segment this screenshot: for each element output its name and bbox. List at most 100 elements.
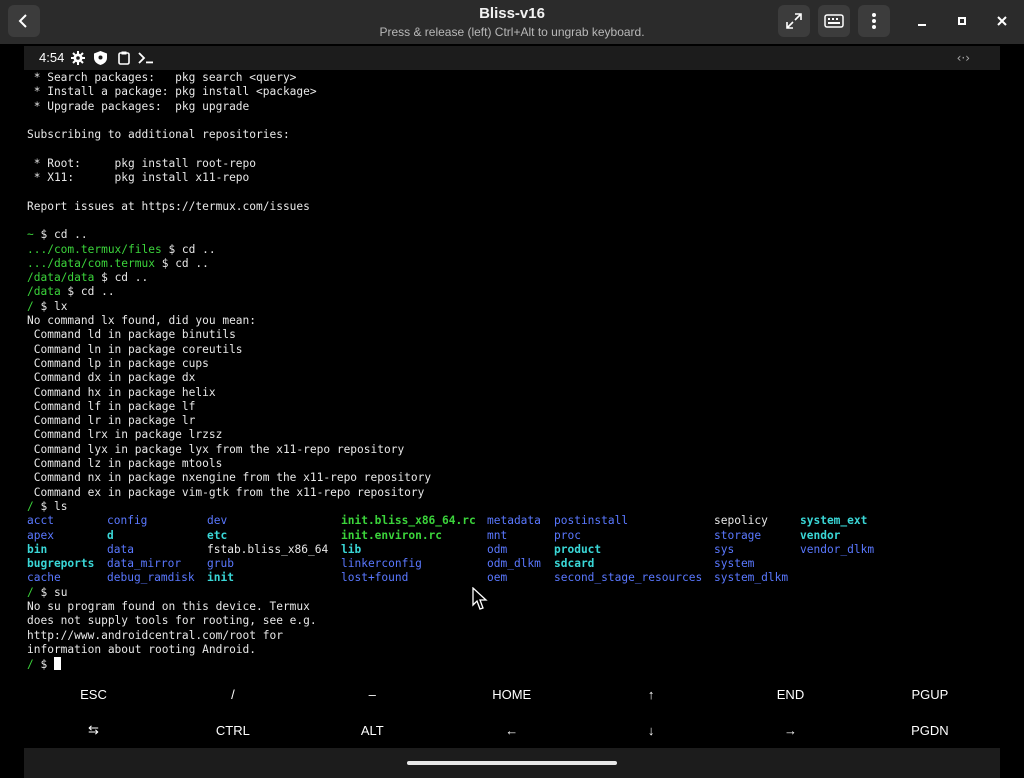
- terminal-line: * Upgrade packages: pkg upgrade: [27, 100, 997, 114]
- terminal-text: Command lz in package mtools: [27, 457, 223, 471]
- terminal-line: Command lp in package cups: [27, 357, 997, 371]
- terminal-text: $ lx: [33, 299, 68, 313]
- extra-key-pgdn[interactable]: PGDN: [860, 712, 999, 748]
- terminal-text: * Root: pkg install root-repo: [27, 156, 257, 170]
- extra-key-r1c5[interactable]: →: [721, 712, 860, 748]
- ls-entry: storage: [714, 528, 762, 542]
- extra-key-home[interactable]: HOME: [442, 676, 581, 712]
- terminal-line: No command lx found, did you mean:: [27, 314, 997, 328]
- home-gesture-handle[interactable]: [407, 761, 617, 765]
- terminal-line: Command lyx in package lyx from the x11-…: [27, 443, 997, 457]
- extra-key-end[interactable]: END: [721, 676, 860, 712]
- maximize-icon: [958, 17, 966, 25]
- menu-button[interactable]: [858, 5, 890, 37]
- kebab-menu-icon: [872, 13, 876, 29]
- ls-entry: cache: [27, 571, 61, 585]
- terminal-line: Command lr in package lr: [27, 414, 997, 428]
- terminal-text: Subscribing to additional repositories:: [27, 128, 290, 142]
- extra-key-r0c4[interactable]: ↑: [582, 676, 721, 712]
- terminal-line: / $ ls: [27, 500, 997, 514]
- ls-entry: oem: [487, 571, 508, 585]
- terminal-line: Command nx in package nxengine from the …: [27, 471, 997, 485]
- ls-entry: mnt: [487, 528, 508, 542]
- terminal-text: $ cd ..: [94, 271, 149, 285]
- ls-entry: postinstall: [554, 514, 629, 528]
- terminal-text: $ su: [33, 585, 68, 599]
- ls-entry: product: [554, 542, 602, 556]
- prompt-path: .../com.termux/files: [27, 242, 162, 256]
- prompt-path: /: [27, 499, 34, 513]
- extra-key-r0c2[interactable]: –: [303, 676, 442, 712]
- extra-key-r1c3[interactable]: ←: [442, 712, 581, 748]
- terminal-text: No su program found on this device. Term…: [27, 599, 310, 613]
- ls-entry: odm: [487, 542, 508, 556]
- ls-entry: dev: [207, 514, 228, 528]
- minimize-button[interactable]: [910, 9, 934, 33]
- terminal-text: * X11: pkg install x11-repo: [27, 171, 250, 185]
- terminal-text: * Search packages: pkg search <query>: [27, 71, 297, 84]
- ls-output-row: acct config dev init.bliss_x86_64.rc metadat…: [27, 514, 997, 528]
- prompt-path: /data: [27, 285, 61, 299]
- terminal-text: Command ld in package binutils: [27, 328, 236, 342]
- terminal-line: Report issues at https://termux.com/issu…: [27, 200, 997, 214]
- minimize-icon: [918, 24, 926, 26]
- terminal-text: Command nx in package nxengine from the …: [27, 471, 432, 485]
- terminal-line: Command ex in package vim-gtk from the x…: [27, 486, 997, 500]
- terminal-line: Command hx in package helix: [27, 386, 997, 400]
- ls-entry: sepolicy: [714, 514, 768, 528]
- terminal-line: http://www.androidcentral.com/root for: [27, 629, 997, 643]
- close-button[interactable]: [990, 9, 1014, 33]
- terminal-line: * X11: pkg install x11-repo: [27, 171, 997, 185]
- terminal-text: * Install a package: pkg install <packag…: [27, 85, 317, 99]
- terminal-line: Command lf in package lf: [27, 400, 997, 414]
- terminal-text: Command dx in package dx: [27, 371, 196, 385]
- fullscreen-button[interactable]: [778, 5, 810, 37]
- ls-entry: system: [714, 557, 755, 571]
- terminal-text: Command lp in package cups: [27, 356, 209, 370]
- prompt-path: /: [27, 585, 34, 599]
- terminal-text: information about rooting Android.: [27, 642, 257, 656]
- extra-key-r1c0[interactable]: ⇆: [24, 712, 163, 748]
- prompt-symbol: $: [33, 658, 54, 672]
- ls-entry: system_dlkm: [714, 571, 789, 585]
- ls-entry: init.bliss_x86_64.rc: [341, 514, 476, 528]
- ls-entry: metadata: [487, 514, 541, 528]
- extra-key-r0c1[interactable]: /: [163, 676, 302, 712]
- ls-entry: lost+found: [341, 571, 409, 585]
- text-cursor: [53, 657, 61, 671]
- code-icon: ‹·›: [956, 51, 970, 65]
- terminal-line: Command lz in package mtools: [27, 457, 997, 471]
- terminal-line: .../data/com.termux $ cd ..: [27, 257, 997, 271]
- ls-entry: system_ext: [800, 514, 868, 528]
- ls-entry: data: [107, 542, 134, 556]
- terminal-line: No su program found on this device. Term…: [27, 600, 997, 614]
- ls-output-row: cache debug_ramdisk init lost+found oem secon…: [27, 571, 997, 585]
- extra-key-esc[interactable]: ESC: [24, 676, 163, 712]
- terminal-output[interactable]: * Search packages: pkg search <query> * …: [27, 71, 997, 675]
- gear-icon: [70, 50, 86, 66]
- ls-entry: init: [207, 571, 234, 585]
- terminal-text: * Upgrade packages: pkg upgrade: [27, 99, 250, 113]
- ls-entry: data_mirror: [107, 557, 182, 571]
- ls-entry: debug_ramdisk: [107, 571, 195, 585]
- terminal-text: Command lf in package lf: [27, 399, 196, 413]
- ls-entry: vendor_dlkm: [800, 542, 875, 556]
- ls-entry: etc: [207, 528, 228, 542]
- extra-key-alt[interactable]: ALT: [303, 712, 442, 748]
- ls-entry: lib: [341, 542, 362, 556]
- terminal-line: * Install a package: pkg install <packag…: [27, 85, 997, 99]
- terminal-line: information about rooting Android.: [27, 643, 997, 657]
- maximize-button[interactable]: [950, 9, 974, 33]
- prompt-path: ~: [27, 228, 34, 242]
- terminal-text: does not supply tools for rooting, see e…: [27, 614, 317, 628]
- extra-key-ctrl[interactable]: CTRL: [163, 712, 302, 748]
- command-prompt[interactable]: / $: [27, 657, 997, 671]
- extra-key-r1c4[interactable]: ↓: [582, 712, 721, 748]
- window-titlebar: Bliss-v16 Press & release (left) Ctrl+Al…: [0, 0, 1024, 44]
- extra-key-pgup[interactable]: PGUP: [860, 676, 999, 712]
- terminal-text: Command lr in package lr: [27, 414, 196, 428]
- keyboard-button[interactable]: [818, 5, 850, 37]
- terminal-line: * Root: pkg install root-repo: [27, 157, 997, 171]
